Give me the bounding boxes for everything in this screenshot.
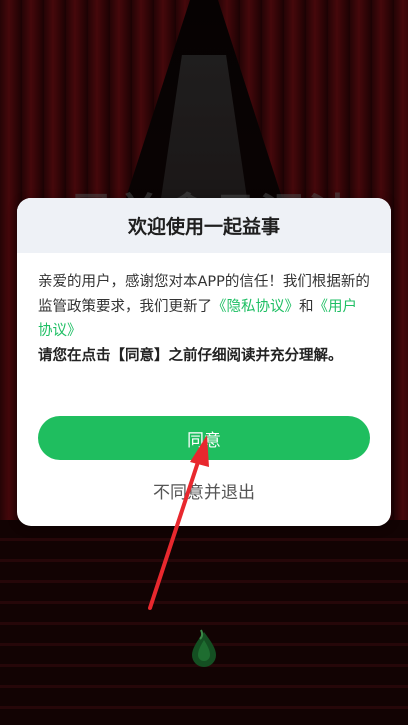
- agree-button[interactable]: 同意: [38, 416, 370, 460]
- decline-and-exit-button[interactable]: 不同意并退出: [17, 478, 391, 503]
- privacy-policy-link[interactable]: 《隐私协议》: [212, 299, 299, 315]
- read-carefully-notice: 请您在点击【同意】之前仔细阅读并充分理解。: [38, 347, 343, 364]
- privacy-consent-dialog: 欢迎使用一起益事 亲爱的用户，感谢您对本APP的信任！我们根据新的监管政策要求，…: [17, 198, 391, 526]
- dialog-body: 亲爱的用户，感谢您对本APP的信任！我们根据新的监管政策要求，我们更新了《隐私协…: [17, 253, 391, 368]
- and-text: 和: [299, 298, 314, 315]
- dialog-header: 欢迎使用一起益事: [17, 198, 391, 253]
- dialog-title: 欢迎使用一起益事: [127, 216, 280, 238]
